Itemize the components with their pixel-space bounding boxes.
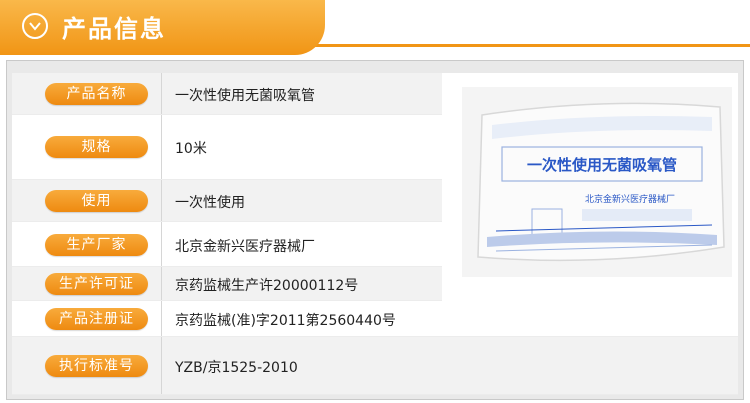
label-cell: 执行标准号	[12, 337, 162, 394]
value-text: 10米	[175, 141, 207, 157]
value-text: 一次性使用无菌吸氧管	[175, 88, 315, 104]
label-pill: 产品注册证	[45, 308, 148, 330]
package-maker-text: 北京金新兴医疗器械厂	[585, 193, 675, 205]
section-title: 产品信息	[62, 15, 166, 43]
header-tab: 产品信息	[0, 0, 325, 55]
label-cell: 规格	[12, 115, 162, 179]
row-usage: 使用 一次性使用	[12, 180, 442, 222]
label-pill: 生产许可证	[45, 273, 148, 295]
label-pill: 生产厂家	[45, 234, 148, 256]
package-title-text: 一次性使用无菌吸氧管	[527, 156, 677, 174]
info-panel: 产品名称 一次性使用无菌吸氧管 规格 10米 使用 一次性使用 生产厂家 北京金…	[6, 60, 744, 400]
value-text: 北京金新兴医疗器械厂	[175, 239, 315, 255]
label-cell: 生产厂家	[12, 222, 162, 266]
section-header: 产品信息	[0, 0, 750, 55]
label-pill: 规格	[45, 136, 148, 158]
value-text: YZB/京1525-2010	[175, 360, 298, 376]
product-package-image: 一次性使用无菌吸氧管 北京金新兴医疗器械厂	[462, 87, 732, 277]
label-cell: 使用	[12, 180, 162, 221]
row-spec: 规格 10米	[12, 115, 442, 180]
label-cell: 生产许可证	[12, 267, 162, 300]
label-pill: 使用	[45, 190, 148, 212]
label-pill: 产品名称	[45, 83, 148, 105]
row-registration: 产品注册证 京药监械(准)字2011第2560440号	[12, 301, 738, 337]
row-standard: 执行标准号 YZB/京1525-2010	[12, 337, 738, 395]
label-pill: 执行标准号	[45, 355, 148, 377]
info-table: 产品名称 一次性使用无菌吸氧管 规格 10米 使用 一次性使用 生产厂家 北京金…	[12, 73, 738, 395]
value-text: 京药监械(准)字2011第2560440号	[175, 313, 396, 329]
label-cell: 产品注册证	[12, 301, 162, 336]
value-text: 一次性使用	[175, 195, 245, 211]
product-photo: 一次性使用无菌吸氧管 北京金新兴医疗器械厂	[462, 87, 732, 277]
check-circle-icon	[22, 13, 48, 39]
label-cell: 产品名称	[12, 73, 162, 114]
value-text: 京药监械生产许20000112号	[175, 278, 359, 294]
row-manufacturer: 生产厂家 北京金新兴医疗器械厂	[12, 222, 442, 267]
row-production-license: 生产许可证 京药监械生产许20000112号	[12, 267, 442, 301]
row-product-name: 产品名称 一次性使用无菌吸氧管	[12, 73, 442, 115]
